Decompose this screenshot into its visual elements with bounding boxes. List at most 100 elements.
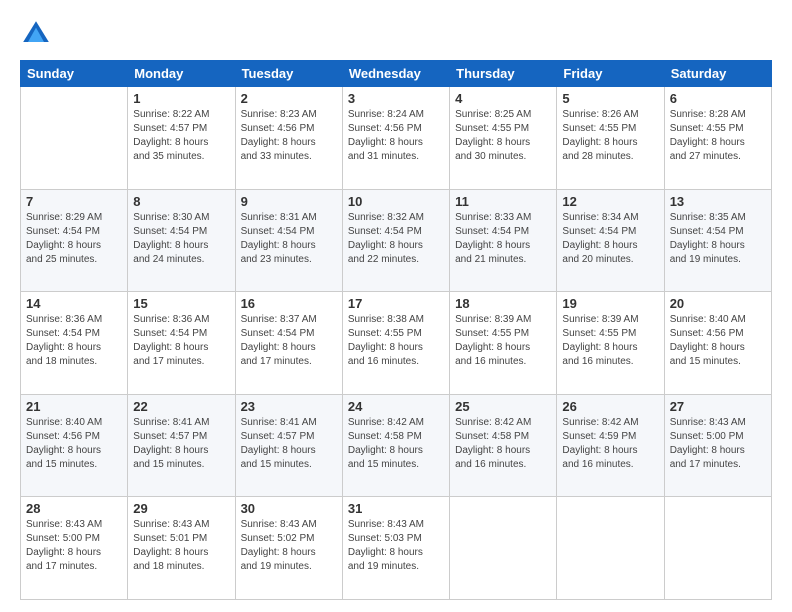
day-info: Sunrise: 8:43 AM Sunset: 5:01 PM Dayligh… [133, 518, 229, 574]
day-number: 13 [670, 194, 766, 209]
calendar-cell: 21 Sunrise: 8:40 AM Sunset: 4:56 PM Dayli… [21, 394, 128, 497]
week-row-1: 7 Sunrise: 8:29 AM Sunset: 4:54 PM Daylig… [21, 189, 772, 292]
day-info: Sunrise: 8:43 AM Sunset: 5:00 PM Dayligh… [26, 518, 122, 574]
header-day-tuesday: Tuesday [235, 61, 342, 87]
day-number: 30 [241, 501, 337, 516]
calendar-cell: 19 Sunrise: 8:39 AM Sunset: 4:55 PM Dayli… [557, 292, 664, 395]
header-day-saturday: Saturday [664, 61, 771, 87]
day-number: 11 [455, 194, 551, 209]
calendar-cell: 28Sunrise: 8:43 AM Sunset: 5:00 PM Dayli… [21, 497, 128, 600]
calendar-cell: 13 Sunrise: 8:35 AM Sunset: 4:54 PM Dayli… [664, 189, 771, 292]
calendar-cell: 26 Sunrise: 8:42 AM Sunset: 4:59 PM Dayli… [557, 394, 664, 497]
day-number: 31 [348, 501, 444, 516]
calendar-cell: 1 Sunrise: 8:22 AM Sunset: 4:57 PM Daylig… [128, 87, 235, 190]
calendar-cell: 22Sunrise: 8:41 AM Sunset: 4:57 PM Dayli… [128, 394, 235, 497]
day-info: Sunrise: 8:31 AM Sunset: 4:54 PM Dayligh… [241, 211, 337, 267]
calendar-body: 1 Sunrise: 8:22 AM Sunset: 4:57 PM Daylig… [21, 87, 772, 600]
day-number: 8 [133, 194, 229, 209]
day-info: Sunrise: 8:24 AM Sunset: 4:56 PM Dayligh… [348, 108, 444, 164]
day-info: Sunrise: 8:37 AM Sunset: 4:54 PM Dayligh… [241, 313, 337, 369]
day-info: Sunrise: 8:40 AM Sunset: 4:56 PM Dayligh… [26, 416, 122, 472]
day-info: Sunrise: 8:33 AM Sunset: 4:54 PM Dayligh… [455, 211, 551, 267]
day-info: Sunrise: 8:36 AM Sunset: 4:54 PM Dayligh… [133, 313, 229, 369]
calendar-cell: 2 Sunrise: 8:23 AM Sunset: 4:56 PM Daylig… [235, 87, 342, 190]
header-day-thursday: Thursday [450, 61, 557, 87]
calendar-cell [450, 497, 557, 600]
day-info: Sunrise: 8:30 AM Sunset: 4:54 PM Dayligh… [133, 211, 229, 267]
day-info: Sunrise: 8:25 AM Sunset: 4:55 PM Dayligh… [455, 108, 551, 164]
day-number: 15 [133, 296, 229, 311]
day-number: 29 [133, 501, 229, 516]
day-info: Sunrise: 8:39 AM Sunset: 4:55 PM Dayligh… [562, 313, 658, 369]
day-number: 2 [241, 91, 337, 106]
day-number: 27 [670, 399, 766, 414]
calendar-cell: 5 Sunrise: 8:26 AM Sunset: 4:55 PM Daylig… [557, 87, 664, 190]
calendar-cell: 3Sunrise: 8:24 AM Sunset: 4:56 PM Daylig… [342, 87, 449, 190]
calendar-cell: 29 Sunrise: 8:43 AM Sunset: 5:01 PM Dayli… [128, 497, 235, 600]
day-info: Sunrise: 8:43 AM Sunset: 5:02 PM Dayligh… [241, 518, 337, 574]
day-number: 19 [562, 296, 658, 311]
day-number: 6 [670, 91, 766, 106]
calendar-cell: 9Sunrise: 8:31 AM Sunset: 4:54 PM Daylig… [235, 189, 342, 292]
day-number: 18 [455, 296, 551, 311]
calendar-cell [557, 497, 664, 600]
calendar-cell: 24 Sunrise: 8:42 AM Sunset: 4:58 PM Dayli… [342, 394, 449, 497]
day-info: Sunrise: 8:43 AM Sunset: 5:00 PM Dayligh… [670, 416, 766, 472]
day-info: Sunrise: 8:43 AM Sunset: 5:03 PM Dayligh… [348, 518, 444, 574]
day-number: 20 [670, 296, 766, 311]
header [20, 18, 772, 50]
day-info: Sunrise: 8:42 AM Sunset: 4:58 PM Dayligh… [348, 416, 444, 472]
calendar-cell: 12 Sunrise: 8:34 AM Sunset: 4:54 PM Dayli… [557, 189, 664, 292]
calendar-header: SundayMondayTuesdayWednesdayThursdayFrid… [21, 61, 772, 87]
day-info: Sunrise: 8:34 AM Sunset: 4:54 PM Dayligh… [562, 211, 658, 267]
day-info: Sunrise: 8:38 AM Sunset: 4:55 PM Dayligh… [348, 313, 444, 369]
week-row-0: 1 Sunrise: 8:22 AM Sunset: 4:57 PM Daylig… [21, 87, 772, 190]
calendar-cell: 7 Sunrise: 8:29 AM Sunset: 4:54 PM Daylig… [21, 189, 128, 292]
calendar-cell: 16 Sunrise: 8:37 AM Sunset: 4:54 PM Dayli… [235, 292, 342, 395]
calendar-cell: 14 Sunrise: 8:36 AM Sunset: 4:54 PM Dayli… [21, 292, 128, 395]
day-number: 16 [241, 296, 337, 311]
header-row: SundayMondayTuesdayWednesdayThursdayFrid… [21, 61, 772, 87]
calendar-cell: 11 Sunrise: 8:33 AM Sunset: 4:54 PM Dayli… [450, 189, 557, 292]
day-info: Sunrise: 8:23 AM Sunset: 4:56 PM Dayligh… [241, 108, 337, 164]
header-day-monday: Monday [128, 61, 235, 87]
day-info: Sunrise: 8:22 AM Sunset: 4:57 PM Dayligh… [133, 108, 229, 164]
day-number: 26 [562, 399, 658, 414]
day-info: Sunrise: 8:28 AM Sunset: 4:55 PM Dayligh… [670, 108, 766, 164]
calendar-cell [21, 87, 128, 190]
calendar-cell: 6 Sunrise: 8:28 AM Sunset: 4:55 PM Daylig… [664, 87, 771, 190]
calendar-cell: 8 Sunrise: 8:30 AM Sunset: 4:54 PM Daylig… [128, 189, 235, 292]
header-day-friday: Friday [557, 61, 664, 87]
header-day-sunday: Sunday [21, 61, 128, 87]
calendar-cell: 4Sunrise: 8:25 AM Sunset: 4:55 PM Daylig… [450, 87, 557, 190]
day-number: 1 [133, 91, 229, 106]
header-day-wednesday: Wednesday [342, 61, 449, 87]
day-number: 5 [562, 91, 658, 106]
calendar-cell: 25 Sunrise: 8:42 AM Sunset: 4:58 PM Dayli… [450, 394, 557, 497]
day-number: 12 [562, 194, 658, 209]
day-number: 24 [348, 399, 444, 414]
calendar-cell: 15 Sunrise: 8:36 AM Sunset: 4:54 PM Dayli… [128, 292, 235, 395]
calendar-cell: 30 Sunrise: 8:43 AM Sunset: 5:02 PM Dayli… [235, 497, 342, 600]
logo [20, 18, 56, 50]
day-info: Sunrise: 8:36 AM Sunset: 4:54 PM Dayligh… [26, 313, 122, 369]
day-number: 17 [348, 296, 444, 311]
calendar-table: SundayMondayTuesdayWednesdayThursdayFrid… [20, 60, 772, 600]
calendar-cell: 20 Sunrise: 8:40 AM Sunset: 4:56 PM Dayli… [664, 292, 771, 395]
week-row-4: 28Sunrise: 8:43 AM Sunset: 5:00 PM Dayli… [21, 497, 772, 600]
calendar-cell: 10 Sunrise: 8:32 AM Sunset: 4:54 PM Dayli… [342, 189, 449, 292]
day-info: Sunrise: 8:26 AM Sunset: 4:55 PM Dayligh… [562, 108, 658, 164]
day-info: Sunrise: 8:29 AM Sunset: 4:54 PM Dayligh… [26, 211, 122, 267]
page: SundayMondayTuesdayWednesdayThursdayFrid… [0, 0, 792, 612]
day-number: 14 [26, 296, 122, 311]
day-info: Sunrise: 8:35 AM Sunset: 4:54 PM Dayligh… [670, 211, 766, 267]
calendar-cell: 17 Sunrise: 8:38 AM Sunset: 4:55 PM Dayli… [342, 292, 449, 395]
day-info: Sunrise: 8:40 AM Sunset: 4:56 PM Dayligh… [670, 313, 766, 369]
day-number: 21 [26, 399, 122, 414]
day-number: 25 [455, 399, 551, 414]
day-info: Sunrise: 8:42 AM Sunset: 4:58 PM Dayligh… [455, 416, 551, 472]
day-number: 7 [26, 194, 122, 209]
day-number: 10 [348, 194, 444, 209]
day-info: Sunrise: 8:32 AM Sunset: 4:54 PM Dayligh… [348, 211, 444, 267]
day-info: Sunrise: 8:42 AM Sunset: 4:59 PM Dayligh… [562, 416, 658, 472]
